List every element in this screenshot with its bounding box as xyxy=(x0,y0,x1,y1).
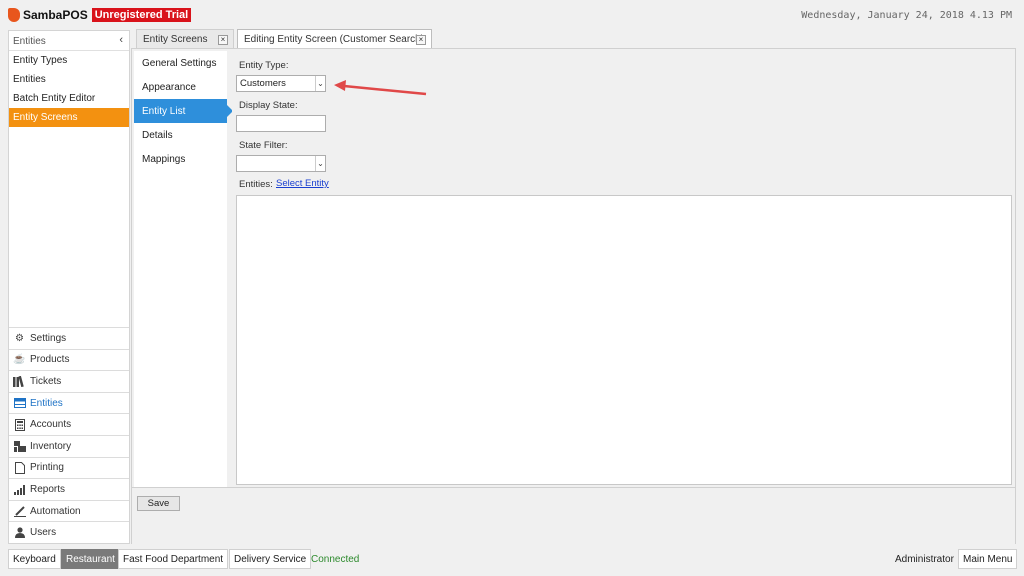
chevron-down-icon: ⌄ xyxy=(315,76,325,91)
calculator-icon xyxy=(13,418,26,431)
table-icon xyxy=(13,398,26,409)
books-icon xyxy=(13,376,26,388)
collapse-chevron-icon[interactable]: ‹ xyxy=(119,34,123,46)
annotation-arrow-icon xyxy=(334,80,427,96)
module-label: Entities xyxy=(30,397,63,409)
document-icon xyxy=(13,461,26,474)
user-icon xyxy=(13,527,26,539)
module-label: Settings xyxy=(30,332,67,344)
app-name: SambaPOS xyxy=(23,8,88,22)
tab-label: Editing Entity Screen (Customer Search) xyxy=(244,34,425,45)
state-filter-select[interactable]: ⌄ xyxy=(236,155,326,172)
keyboard-button[interactable]: Keyboard xyxy=(8,549,61,569)
tab-entity-screens[interactable]: Entity Screens × xyxy=(136,29,234,49)
module-label: Users xyxy=(30,527,57,539)
datetime-display: Wednesday, January 24, 2018 4.13 PM xyxy=(801,10,1012,21)
module-tickets[interactable]: Tickets xyxy=(9,370,129,392)
module-label: Tickets xyxy=(30,376,62,388)
chevron-down-icon: ⌄ xyxy=(315,156,325,171)
module-accounts[interactable]: Accounts xyxy=(9,413,129,435)
entity-type-value: Customers xyxy=(240,78,286,89)
left-sidebar: Entities ‹ Entity Types Entities Batch E… xyxy=(8,30,130,544)
user-name: Administrator xyxy=(895,554,954,565)
restaurant-button[interactable]: Restaurant xyxy=(61,549,120,569)
sidebar-item-batch-entity-editor[interactable]: Batch Entity Editor xyxy=(9,89,129,108)
display-state-input[interactable] xyxy=(236,115,326,132)
save-button[interactable]: Save xyxy=(137,496,180,511)
subnav-general-settings[interactable]: General Settings xyxy=(134,51,227,75)
module-list: ⚙ Settings ☕ Products Tickets Entities A… xyxy=(9,327,129,543)
delivery-service-button[interactable]: Delivery Service xyxy=(229,549,312,569)
select-entity-link[interactable]: Select Entity xyxy=(276,178,329,189)
subnav-appearance[interactable]: Appearance xyxy=(134,75,227,99)
module-inventory[interactable]: Inventory xyxy=(9,435,129,457)
bar-chart-icon xyxy=(13,484,26,495)
module-settings[interactable]: ⚙ Settings xyxy=(9,327,129,349)
module-label: Printing xyxy=(30,462,64,474)
module-entities[interactable]: Entities xyxy=(9,391,129,414)
entity-type-label: Entity Type: xyxy=(239,60,289,71)
close-icon[interactable]: × xyxy=(416,35,426,45)
module-label: Reports xyxy=(30,484,66,496)
boxes-icon xyxy=(13,440,26,452)
action-bar: Save xyxy=(131,488,1016,544)
module-label: Products xyxy=(30,354,70,366)
sidebar-item-entities[interactable]: Entities xyxy=(9,70,129,89)
entities-list[interactable] xyxy=(236,195,1012,485)
module-printing[interactable]: Printing xyxy=(9,456,129,479)
module-automation[interactable]: Automation xyxy=(9,499,129,522)
editor-panel: General Settings Appearance Entity List … xyxy=(131,48,1016,488)
subnav-details[interactable]: Details xyxy=(134,123,227,147)
entity-type-select[interactable]: Customers ⌄ xyxy=(236,75,326,92)
subnav-entity-list[interactable]: Entity List xyxy=(134,99,233,123)
module-users[interactable]: Users xyxy=(9,521,129,543)
entities-label: Entities: xyxy=(239,179,273,190)
sambapos-logo-icon xyxy=(8,8,20,22)
module-label: Automation xyxy=(30,505,81,517)
connection-status: Connected xyxy=(311,554,360,565)
sidebar-item-entity-screens[interactable]: Entity Screens xyxy=(9,108,129,127)
module-products[interactable]: ☕ Products xyxy=(9,348,129,371)
pen-icon xyxy=(13,505,26,517)
subnav-mappings[interactable]: Mappings xyxy=(134,147,227,171)
department-button[interactable]: Fast Food Department xyxy=(118,549,229,569)
sidebar-item-entity-types[interactable]: Entity Types xyxy=(9,51,129,70)
sidebar-title: Entities xyxy=(13,36,46,47)
state-filter-label: State Filter: xyxy=(239,140,288,151)
module-label: Inventory xyxy=(30,440,72,452)
settings-subnav: General Settings Appearance Entity List … xyxy=(134,51,233,487)
trial-badge: Unregistered Trial xyxy=(91,8,192,22)
entity-list-form: Entity Type: Customers ⌄ Display State: … xyxy=(232,51,1014,487)
tab-editing-entity-screen[interactable]: Editing Entity Screen (Customer Search) … xyxy=(237,29,432,49)
module-reports[interactable]: Reports xyxy=(9,478,129,500)
module-label: Accounts xyxy=(30,419,72,431)
display-state-label: Display State: xyxy=(239,100,298,111)
title-bar: SambaPOS Unregistered Trial Wednesday, J… xyxy=(0,0,1024,30)
tab-label: Entity Screens xyxy=(143,34,208,45)
sidebar-header: Entities ‹ xyxy=(9,31,129,51)
coffee-icon: ☕ xyxy=(13,354,26,366)
main-menu-button[interactable]: Main Menu xyxy=(958,549,1018,569)
close-icon[interactable]: × xyxy=(218,35,228,45)
status-bar: Keyboard Restaurant Fast Food Department… xyxy=(0,546,1024,576)
gear-icon: ⚙ xyxy=(15,332,24,344)
app-logo: SambaPOS Unregistered Trial xyxy=(8,8,192,22)
